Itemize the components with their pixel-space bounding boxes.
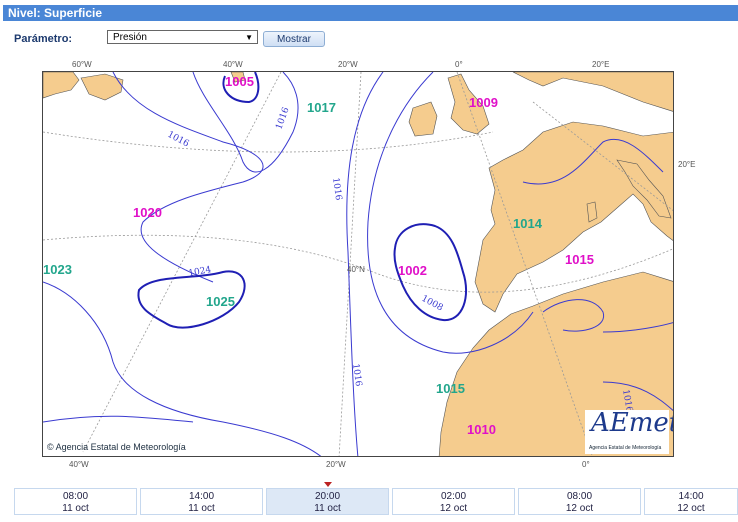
logo-subtitle: Agencia Estatal de Meteorología	[589, 445, 662, 451]
section-header: Nivel: Superficie	[3, 5, 738, 21]
lon-label-top: 60°W	[72, 60, 92, 69]
ireland	[408, 101, 438, 137]
high-pressure-label: 1017	[307, 100, 336, 115]
low-pressure-label: 1005	[225, 74, 254, 89]
timeline-slot-selected[interactable]: 20:00 11 oct	[266, 488, 389, 515]
lon-label-top: 0°	[455, 60, 463, 69]
logo-text: AEmet	[591, 408, 674, 438]
credit-text: Agencia Estatal de Meteorología	[55, 442, 186, 452]
high-pressure-label: 1023	[43, 262, 72, 277]
isobar-value: 1016	[350, 363, 363, 387]
aemet-logo: AEmet Agencia Estatal de Meteorología	[585, 408, 673, 454]
slot-time: 08:00	[62, 491, 89, 502]
greenland	[43, 72, 80, 99]
slot-time: 14:00	[678, 491, 704, 502]
parameter-label: Parámetro:	[14, 33, 73, 45]
copyright-icon: ©	[47, 442, 54, 452]
parameter-select[interactable]: Presión ▼	[107, 30, 258, 44]
pressure-map: 1016 1016 1016 1024 1008 1016 1016 40°N …	[42, 71, 674, 457]
lon-label-top: 20°E	[592, 60, 610, 69]
low-pressure-label: 1015	[565, 252, 594, 267]
lon-label-bottom: 40°W	[69, 460, 89, 469]
timeline-slot[interactable]: 14:00 11 oct	[140, 488, 263, 515]
isobar-value: 1008	[420, 294, 445, 314]
lat-label: 20°E	[678, 160, 696, 169]
slot-date: 12 oct	[677, 503, 705, 514]
copyright-credit: © Agencia Estatal de Meteorología	[47, 442, 186, 452]
timeline-slot[interactable]: 08:00 11 oct	[14, 488, 137, 515]
isobar-value: 1024	[188, 265, 213, 279]
lon-label-bottom: 20°W	[326, 460, 346, 469]
low-pressure-label: 1010	[467, 422, 496, 437]
slot-time: 14:00	[188, 491, 215, 502]
chevron-down-icon: ▼	[245, 33, 253, 42]
show-button[interactable]: Mostrar	[263, 31, 325, 47]
slot-date: 11 oct	[62, 503, 89, 514]
high-pressure-label: 1015	[436, 381, 465, 396]
slot-time: 02:00	[440, 491, 467, 502]
high-pressure-label: 1025	[206, 294, 235, 309]
slot-date: 11 oct	[314, 503, 341, 514]
timeline-slot[interactable]: 14:00 12 oct	[644, 488, 738, 515]
low-pressure-label: 1002	[398, 263, 427, 278]
lon-label-bottom: 0°	[582, 460, 590, 469]
slot-time: 08:00	[566, 491, 593, 502]
isobar-value: 1016	[274, 106, 291, 131]
timeline-slot[interactable]: 08:00 12 oct	[518, 488, 641, 515]
slot-date: 11 oct	[188, 503, 215, 514]
isobar-value: 1016	[330, 177, 343, 201]
isobar-value: 1016	[166, 130, 191, 150]
slot-date: 12 oct	[439, 503, 468, 514]
lon-label-top: 20°W	[338, 60, 358, 69]
low-pressure-label: 1009	[469, 95, 498, 110]
slot-time: 20:00	[314, 491, 341, 502]
lat-label: 40°N	[347, 265, 365, 274]
sardinia	[586, 201, 598, 223]
timeline-slot[interactable]: 02:00 12 oct	[392, 488, 515, 515]
lon-label-top: 40°W	[223, 60, 243, 69]
selected-time-marker	[324, 482, 332, 487]
low-pressure-label: 1020	[133, 205, 162, 220]
map-canvas: 1016 1016 1016 1024 1008 1016 1016 40°N …	[43, 72, 673, 456]
slot-date: 12 oct	[565, 503, 594, 514]
parameter-select-value: Presión	[113, 32, 147, 43]
high-pressure-label: 1014	[513, 216, 543, 231]
scandinavia	[512, 72, 673, 112]
